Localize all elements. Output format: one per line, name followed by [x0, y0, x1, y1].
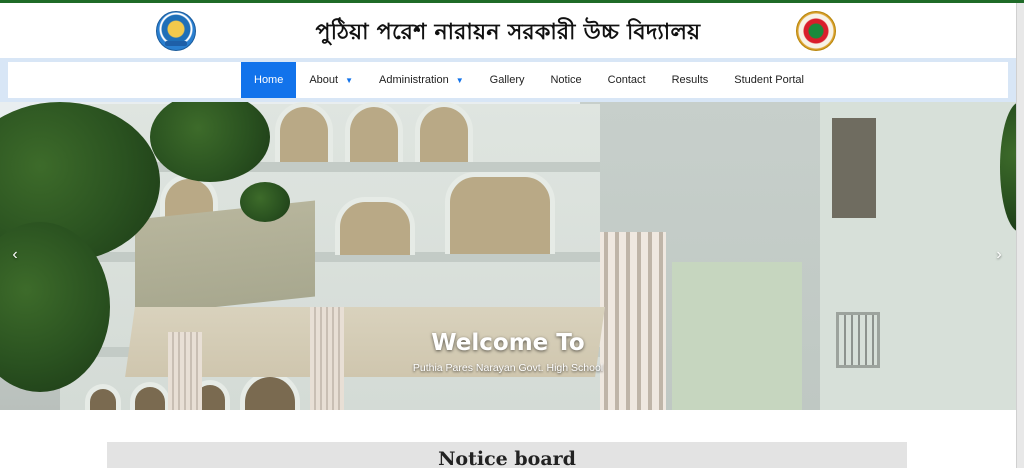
- chevron-down-icon: ▼: [455, 75, 464, 85]
- notice-board-section: Notice board: [107, 442, 907, 468]
- nav-item-administration[interactable]: Administration ▼: [366, 62, 477, 98]
- hero-title: Welcome To: [431, 330, 585, 356]
- site-title: পুঠিয়া পরেশ নারায়ন সরকারী উচ্চ বিদ্যাল…: [315, 19, 701, 45]
- nav-item-label: Student Portal: [734, 74, 804, 86]
- nav-item-home[interactable]: Home: [241, 62, 297, 98]
- entrance-signboard: [135, 200, 315, 316]
- nav-bar: Home About ▼ Administration ▼ Gallery No…: [8, 62, 1008, 98]
- nav-list: Home About ▼ Administration ▼ Gallery No…: [241, 62, 817, 98]
- nav-item-student-portal[interactable]: Student Portal: [721, 62, 817, 98]
- building-arch: [445, 172, 555, 254]
- hero-subtitle: Puthia Pares Narayan Govt. High School: [412, 362, 604, 374]
- carousel-next-button[interactable]: ›: [992, 245, 1006, 265]
- building-arch: [345, 102, 403, 162]
- building-arch: [415, 102, 473, 162]
- nav-item-label: Notice: [550, 74, 582, 86]
- main-navigation: Home About ▼ Administration ▼ Gallery No…: [0, 58, 1016, 102]
- nav-item-label: Home: [254, 74, 284, 86]
- building-arch: [275, 102, 333, 162]
- nav-item-contact[interactable]: Contact: [595, 62, 659, 98]
- nav-item-label: Results: [671, 74, 709, 86]
- nav-item-gallery[interactable]: Gallery: [477, 62, 538, 98]
- carousel-prev-button[interactable]: ‹: [8, 245, 22, 265]
- building-window: [832, 118, 876, 218]
- nav-item-label: Contact: [607, 74, 646, 86]
- nav-item-notice[interactable]: Notice: [537, 62, 594, 98]
- page-scrollbar[interactable]: [1016, 3, 1024, 468]
- building-arch: [335, 197, 415, 255]
- nav-item-label: Administration: [379, 74, 449, 86]
- government-seal-icon[interactable]: [796, 11, 836, 51]
- site-header: পুঠিয়া পরেশ নারায়ন সরকারী উচ্চ বিদ্যাল…: [0, 3, 1016, 59]
- notice-board-title: Notice board: [438, 448, 576, 468]
- porch-column: [310, 307, 344, 410]
- nav-item-label: Gallery: [489, 74, 525, 86]
- nav-item-label: About: [309, 74, 339, 86]
- tree-foliage: [240, 182, 290, 222]
- hero-carousel: ‹ › Welcome To Puthia Pares Narayan Govt…: [0, 102, 1016, 410]
- nav-item-about[interactable]: About ▼: [296, 62, 366, 98]
- chevron-down-icon: ▼: [345, 75, 354, 85]
- nav-item-results[interactable]: Results: [659, 62, 722, 98]
